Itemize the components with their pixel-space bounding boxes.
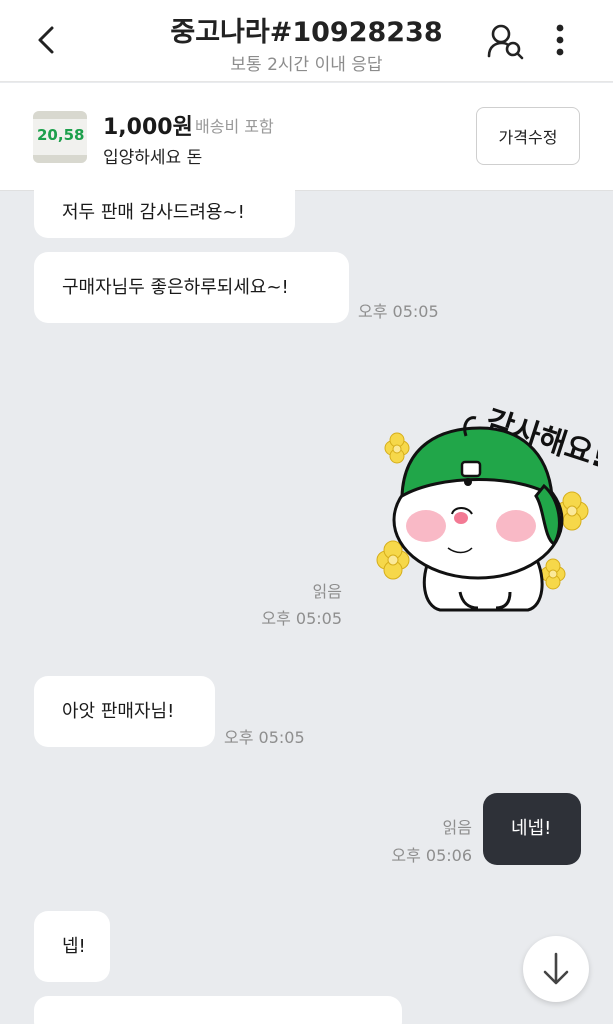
read-receipt: 읽음 [442,818,472,837]
message-bubble-incoming[interactable]: 아앗 판매자님! [34,676,215,747]
product-price: 1,000원 [103,115,193,140]
message-bubble-incoming[interactable] [34,996,402,1024]
message-text: 저두 판매 감사드려용~! [62,202,245,223]
message-time: 오후 05:05 [224,728,305,747]
message-bubble-outgoing[interactable]: 네넵! [483,793,581,865]
thank-you-sticker[interactable]: 감사해요! [368,378,598,628]
scroll-to-bottom-button[interactable] [523,936,589,1002]
message-bubble-incoming[interactable]: 저두 판매 감사드려용~! [34,168,295,238]
chat-header: 중고나라#10928238 보통 2시간 이내 응답 [0,0,613,82]
flower-icon [384,432,410,464]
message-text: 넵! [62,935,86,957]
flower-icon [540,558,566,590]
edit-price-button[interactable]: 가격수정 [476,107,580,165]
message-time: 오후 05:05 [261,609,342,628]
more-options-icon[interactable] [548,22,572,60]
profile-search-icon[interactable] [486,22,526,60]
shipping-included-label: 배송비 포함 [195,117,274,136]
message-time: 오후 05:05 [358,302,439,321]
read-receipt: 읽음 [312,582,342,601]
product-thumbnail[interactable]: 20,58 [33,111,87,163]
message-text: 아앗 판매자님! [62,700,175,722]
message-text: 네넵! [511,818,552,839]
message-bubble-incoming[interactable]: 넵! [34,911,110,982]
thumbnail-text: 20,58 [37,126,85,144]
product-name: 입양하세요 돈 [103,148,203,168]
message-text: 구매자님두 좋은하루되세요~! [62,276,289,298]
message-time: 오후 05:06 [391,846,472,865]
message-bubble-incoming[interactable]: 구매자님두 좋은하루되세요~! [34,252,349,323]
arrow-down-icon [543,952,569,985]
